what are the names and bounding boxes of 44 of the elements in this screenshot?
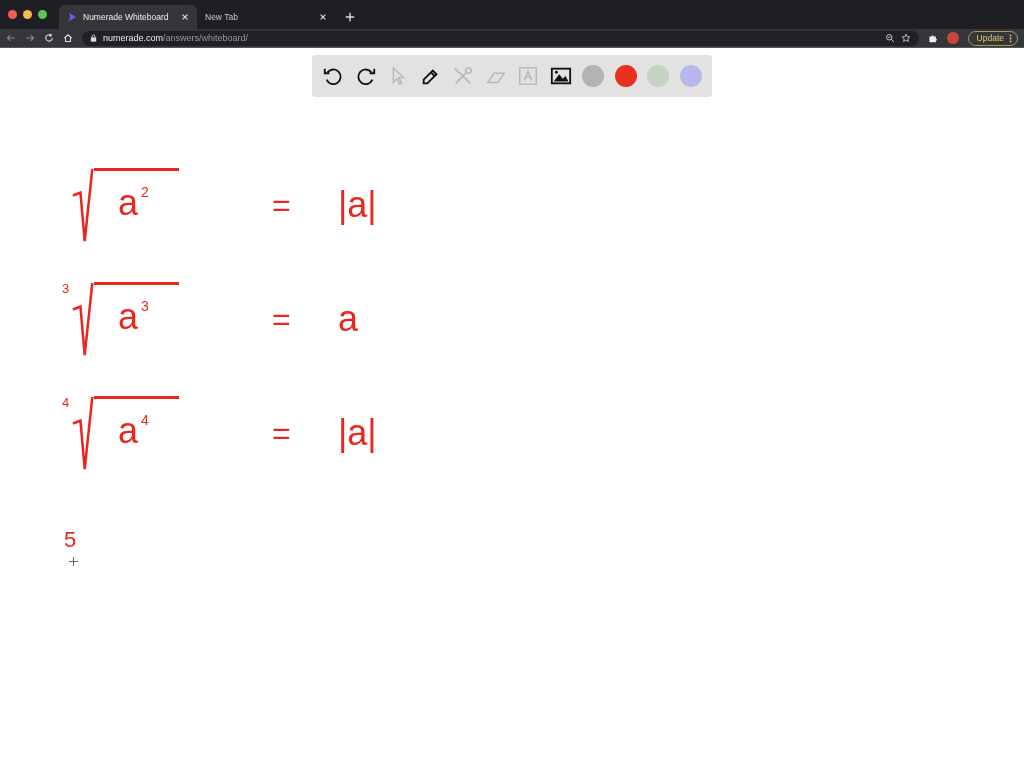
- color-swatch[interactable]: [647, 65, 670, 87]
- equals-sign: =: [272, 300, 292, 338]
- new-tab-icon[interactable]: [345, 12, 355, 22]
- profile-avatar[interactable]: [946, 32, 959, 44]
- image-icon[interactable]: [549, 65, 572, 87]
- radicand: a$^{2}$: [94, 168, 179, 239]
- whiteboard-canvas[interactable]: a$^{2}$ = |a| 3 a$^{3}$ = a 4 a$^{4}$ = |a| 5: [0, 48, 1024, 784]
- crosshair-cursor-icon: [69, 557, 78, 566]
- browser-tab[interactable]: Numerade Whiteboard: [59, 5, 197, 29]
- result-expression: |a|: [338, 184, 377, 226]
- update-button[interactable]: Update: [967, 30, 1018, 46]
- close-icon[interactable]: [181, 13, 189, 21]
- url-text: numerade.com/answers/whiteboard/: [103, 33, 249, 43]
- puzzle-icon[interactable]: [927, 33, 938, 43]
- zoom-icon[interactable]: [884, 33, 895, 43]
- root-index: 4: [62, 395, 71, 410]
- radical-sign-icon: [72, 395, 94, 471]
- color-swatch[interactable]: [582, 65, 605, 87]
- close-window-button[interactable]: [8, 10, 17, 19]
- address-field[interactable]: numerade.com/answers/whiteboard/: [82, 30, 919, 46]
- reload-icon[interactable]: [44, 33, 54, 43]
- back-icon[interactable]: [6, 33, 16, 43]
- minimize-window-button[interactable]: [23, 10, 32, 19]
- radical-sign-icon: [72, 167, 94, 243]
- equals-sign: =: [272, 414, 292, 452]
- radicand: a$^{3}$: [94, 282, 179, 353]
- play-logo-icon: [67, 12, 77, 22]
- browser-tab[interactable]: New Tab: [197, 5, 335, 29]
- color-swatch[interactable]: [614, 65, 637, 87]
- color-swatch[interactable]: [679, 65, 702, 87]
- close-icon[interactable]: [319, 13, 327, 21]
- root-index: 3: [62, 281, 71, 296]
- maximize-window-button[interactable]: [38, 10, 47, 19]
- radical-sign-icon: [72, 281, 94, 357]
- star-icon[interactable]: [900, 33, 911, 43]
- lock-icon: [90, 34, 97, 42]
- result-expression: a: [338, 298, 359, 340]
- home-icon[interactable]: [63, 33, 73, 43]
- radicand: a$^{4}$: [94, 396, 179, 467]
- forward-icon[interactable]: [25, 33, 35, 43]
- more-icon: [1009, 33, 1012, 43]
- handwritten-number: 5: [64, 529, 77, 551]
- equals-sign: =: [272, 186, 292, 224]
- result-expression: |a|: [338, 412, 377, 454]
